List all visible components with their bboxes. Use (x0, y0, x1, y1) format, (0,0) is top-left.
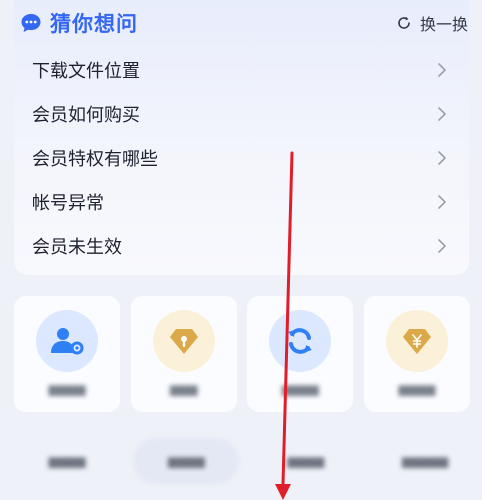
arrow-head (275, 484, 291, 500)
quick-chip[interactable]: ▆▆▆▆ (253, 438, 359, 484)
service-tile-account[interactable]: ▆▆▆▆ (14, 296, 120, 412)
gold-diamond-icon (169, 329, 198, 354)
faq-item[interactable]: 下载文件位置 (14, 48, 469, 92)
quick-chip-selected[interactable]: ▆▆▆▆ (133, 438, 240, 484)
faq-item[interactable]: 会员如何购买 (14, 92, 469, 136)
chevron-right-icon (438, 107, 447, 121)
chat-bubble-icon (20, 12, 42, 34)
chevron-right-icon (438, 151, 447, 165)
refresh-button[interactable]: 换一换 (396, 11, 468, 35)
faq-header: 猜你想问 (20, 8, 138, 38)
tile-label-blurred: ▆▆▆▆ (281, 382, 319, 396)
tile-label-blurred: ▆▆▆ (169, 382, 198, 396)
faq-item-label: 会员如何购买 (32, 105, 140, 126)
chevron-right-icon (438, 239, 447, 253)
faq-item[interactable]: 会员特权有哪些 (14, 136, 469, 180)
faq-item-label: 会员未生效 (32, 237, 122, 258)
refresh-label: 换一换 (419, 15, 468, 34)
tile-icon-circle (269, 310, 332, 372)
quick-chip[interactable]: ▆▆▆▆▆ (372, 438, 478, 484)
faq-item[interactable]: 会员未生效 (14, 224, 469, 268)
refresh-icon (398, 16, 410, 29)
faq-item[interactable]: 帐号异常 (14, 180, 469, 224)
tile-label-blurred: ▆▆▆▆ (398, 382, 436, 396)
tile-icon-circle (36, 310, 98, 372)
tile-icon-circle (385, 310, 448, 372)
faq-item-label: 下载文件位置 (32, 61, 140, 82)
yen-diamond-icon (402, 329, 431, 354)
faq-list: 下载文件位置 会员如何购买 会员特权有哪些 帐号异常 会员未生效 (14, 48, 469, 268)
service-tiles: ▆▆▆▆ ▆▆▆ ▆▆▆▆ ▆▆▆▆ (14, 296, 470, 412)
service-tile-sync[interactable]: ▆▆▆▆ (247, 296, 354, 412)
faq-item-label: 帐号异常 (32, 193, 104, 214)
tile-icon-circle (152, 310, 215, 372)
user-settings-icon (51, 328, 84, 355)
sync-icon (288, 328, 313, 354)
chevron-right-icon (438, 63, 447, 77)
service-tile-billing[interactable]: ▆▆▆▆ (363, 296, 470, 412)
service-tile-vip[interactable]: ▆▆▆ (130, 296, 237, 412)
quick-chips: ▆▆▆▆ ▆▆▆▆ ▆▆▆▆ ▆▆▆▆▆ (14, 438, 478, 486)
chevron-right-icon (438, 195, 447, 209)
faq-item-label: 会员特权有哪些 (32, 149, 158, 170)
tile-label-blurred: ▆▆▆▆ (48, 382, 86, 396)
faq-title: 猜你想问 (50, 12, 138, 36)
quick-chip[interactable]: ▆▆▆▆ (14, 438, 120, 484)
